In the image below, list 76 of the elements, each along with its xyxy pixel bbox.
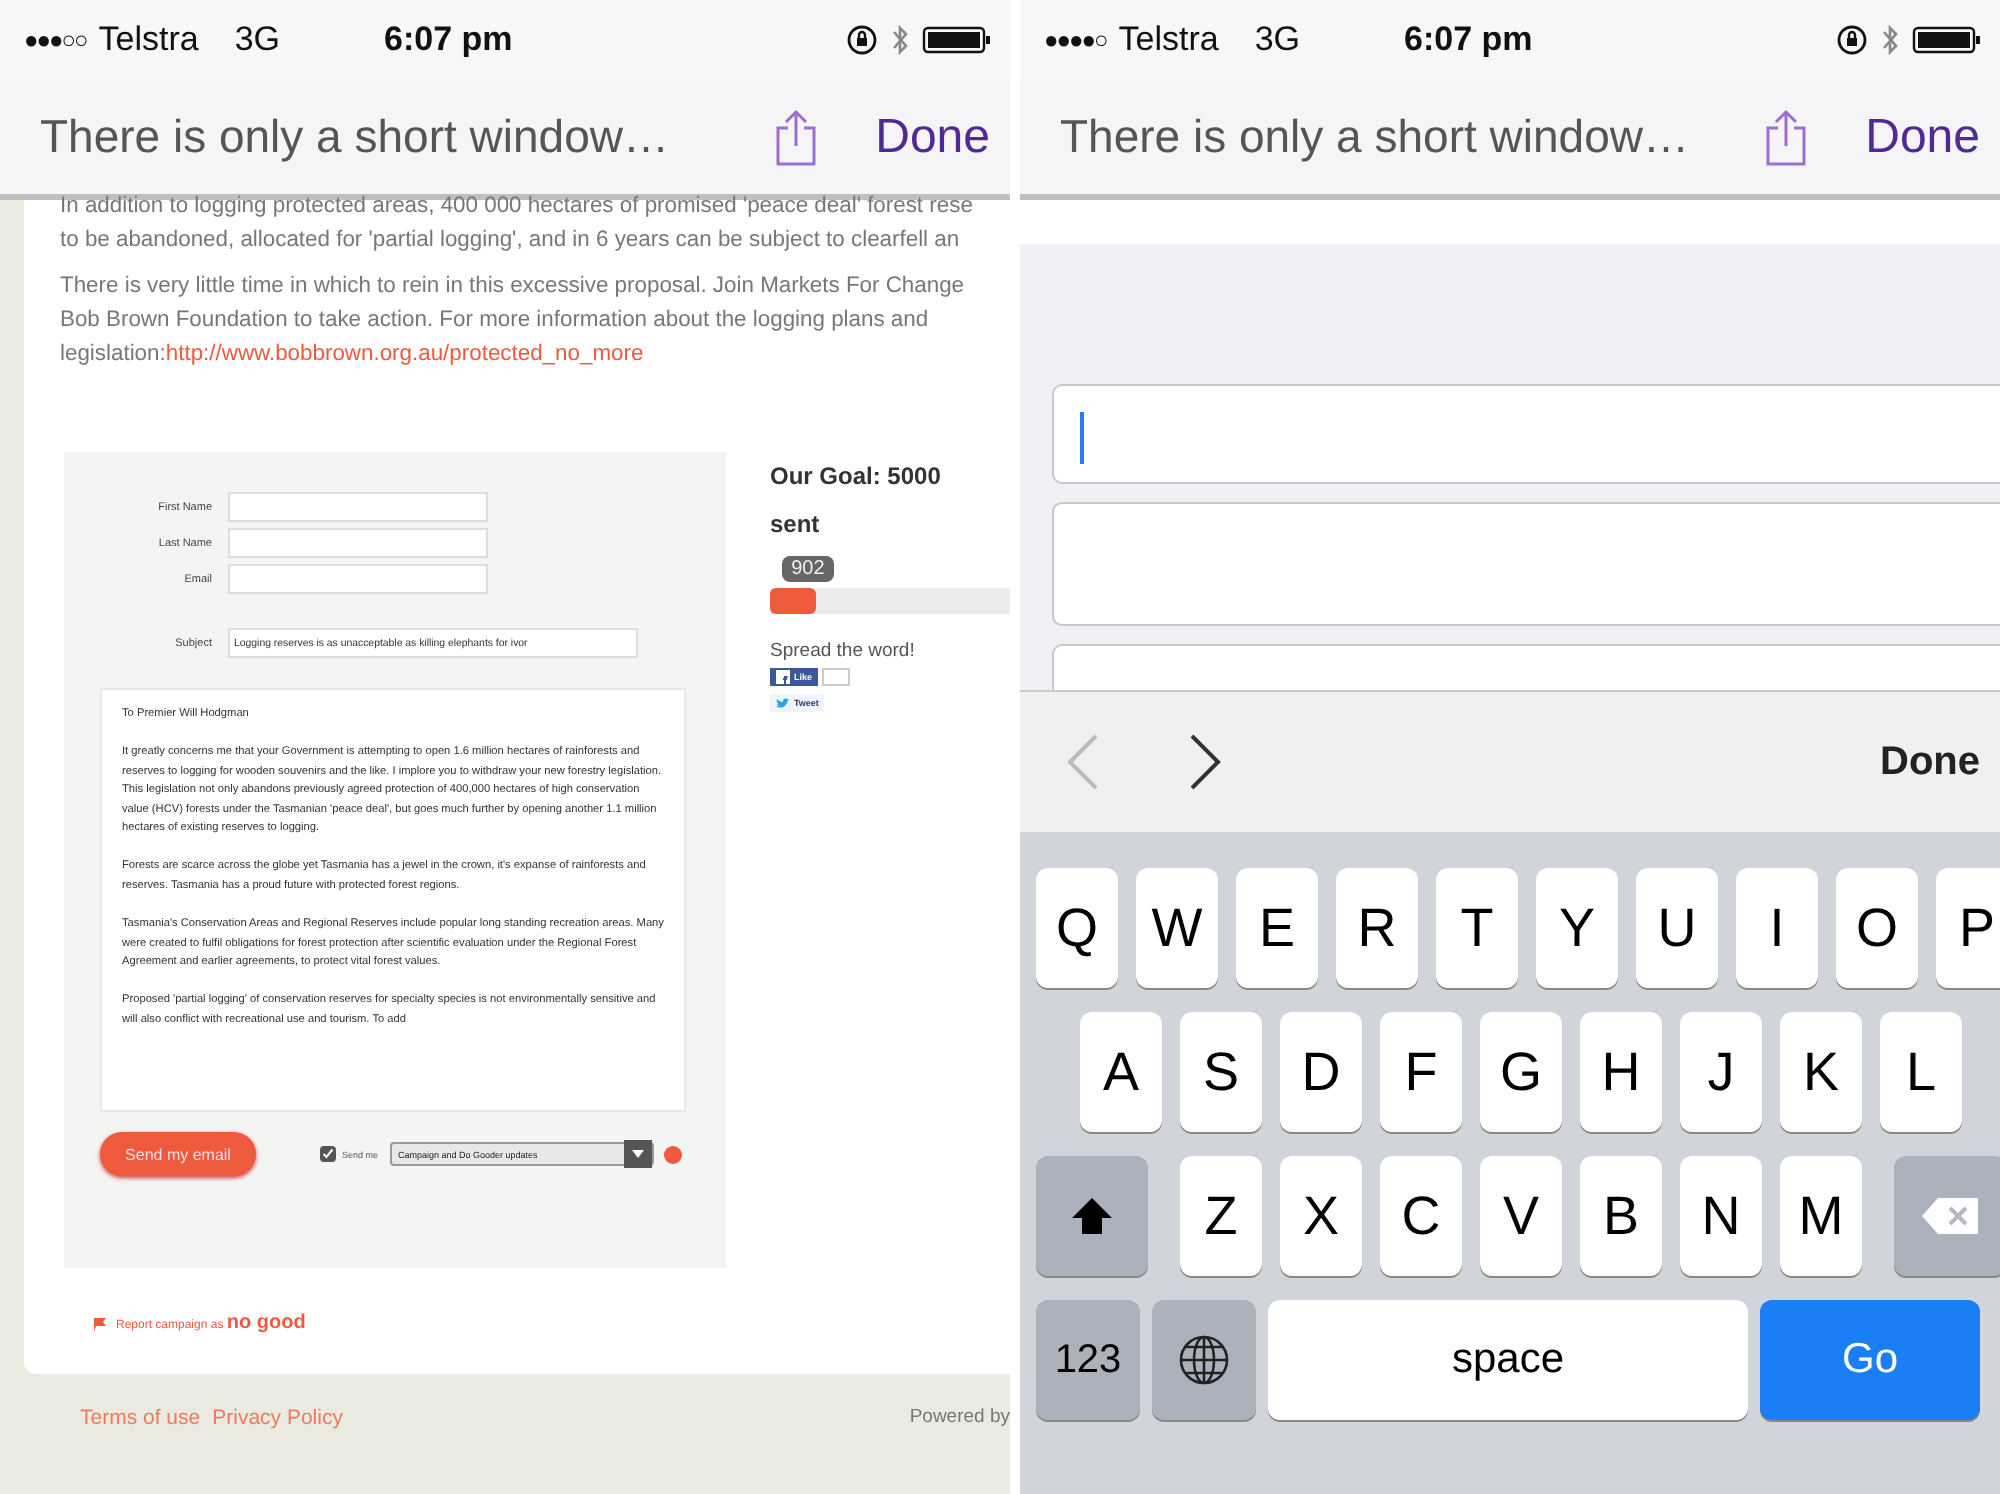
go-key[interactable]: Go [1760,1300,1980,1420]
like-count-box [822,668,851,686]
goal-heading: sent [770,508,822,542]
carrier-name: Telstra [1118,20,1219,60]
network-type: 3G [234,20,281,60]
key[interactable]: N [1680,1156,1762,1276]
text-cursor [1080,412,1084,464]
signal-dots: ●●●●○ [1044,26,1107,54]
flag-icon [92,1315,108,1331]
key[interactable]: P [1936,868,2000,988]
text-field[interactable] [1052,384,2000,484]
shift-arrow-icon [1070,1196,1114,1236]
key[interactable]: M [1780,1156,1862,1276]
key[interactable]: O [1836,868,1918,988]
key[interactable]: X [1280,1156,1362,1276]
page-title: There is only a short window… [1060,110,1691,164]
checkbox[interactable] [320,1146,336,1162]
key[interactable]: V [1480,1156,1562,1276]
body-text: to be abandoned, allocated for 'partial logging', and in 6 years can be subject to clearfell an [60,226,962,256]
key[interactable]: B [1580,1156,1662,1276]
numbers-key[interactable]: 123 [1036,1300,1140,1420]
key[interactable]: I [1736,868,1818,988]
key[interactable]: F [1380,1012,1462,1132]
bird-icon [776,697,790,709]
bluetooth-icon [890,22,910,58]
key[interactable]: J [1680,1012,1762,1132]
done-button[interactable]: Done [1880,739,2000,785]
signal-dots: ●●●○○ [24,26,87,54]
body-text: In addition to logging protected areas, 400 000 hectares of promised 'peace deal' forest rese [60,192,975,222]
key[interactable]: Y [1536,868,1618,988]
key[interactable]: T [1436,868,1518,988]
body-paragraph: There is very little time in which to rein in this excessive proposal. Join Markets For Change Bob Brown Foundation to take action. For more information about the logging plans and legislation:http://www.bobbrown.org.au/protected_no_more [60,272,967,370]
key[interactable]: W [1136,868,1218,988]
globe-icon [1178,1334,1230,1386]
battery-icon [1912,24,1984,56]
network-type: 3G [1254,20,1301,60]
done-button[interactable]: Done [875,109,990,165]
key[interactable]: H [1580,1012,1662,1132]
key[interactable]: R [1336,868,1418,988]
key[interactable]: E [1236,868,1318,988]
shift-key[interactable] [1036,1156,1148,1276]
goal-heading: Our Goal: 5000 [770,460,943,494]
key[interactable]: K [1780,1012,1862,1132]
text-field[interactable] [1052,502,2000,626]
backspace-icon [1920,1196,1980,1236]
key[interactable]: S [1180,1012,1262,1132]
key[interactable]: G [1480,1012,1562,1132]
share-icon[interactable] [1761,107,1810,167]
text-field[interactable] [228,492,488,522]
rotation-lock-icon [1836,24,1868,56]
rotation-lock-icon [846,24,878,56]
key[interactable]: Q [1036,868,1118,988]
powered-by-text: Powered by [909,1406,1010,1428]
done-button[interactable]: Done [1865,109,1980,165]
key[interactable]: L [1880,1012,1962,1132]
info-dot-icon [664,1145,683,1163]
status-time: 6:07 pm [384,20,515,60]
key[interactable]: Z [1180,1156,1262,1276]
key[interactable]: U [1636,868,1718,988]
bluetooth-icon [1880,22,1900,58]
key[interactable]: C [1380,1156,1462,1276]
text-field[interactable] [228,528,488,558]
key[interactable]: A [1080,1012,1162,1132]
page-title: There is only a short window… [40,110,671,164]
battery-icon [922,24,994,56]
globe-key[interactable] [1152,1300,1256,1420]
share-icon[interactable] [771,107,820,167]
share-heading: Spread the word! [770,640,917,662]
text-field[interactable] [228,564,488,594]
count-bubble: 902 [781,556,835,582]
backspace-key[interactable] [1894,1156,2000,1276]
status-time: 6:07 pm [1404,20,1535,60]
key[interactable]: D [1280,1012,1362,1132]
carrier-name: Telstra [98,20,199,60]
space-key[interactable]: space [1268,1300,1748,1420]
facebook-icon [776,670,790,684]
